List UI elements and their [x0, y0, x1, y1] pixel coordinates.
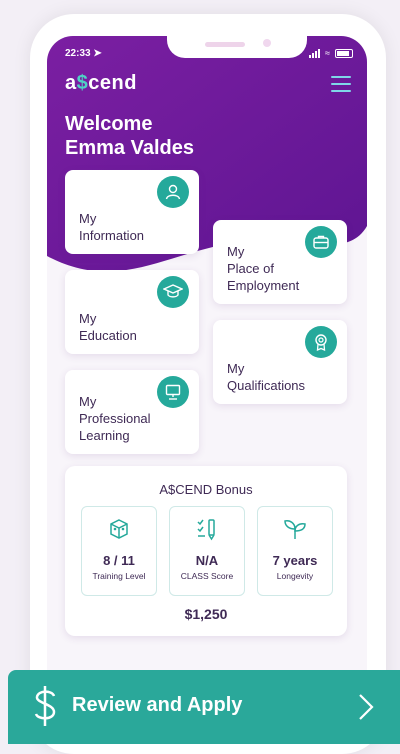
briefcase-icon [305, 226, 337, 258]
hamburger-menu-icon[interactable] [331, 76, 351, 92]
award-icon [305, 326, 337, 358]
camera [263, 39, 271, 47]
metric-label: Longevity [276, 571, 314, 581]
card-label: My Professional Learning [79, 394, 151, 443]
card-my-employment[interactable]: My Place of Employment [213, 220, 347, 304]
battery-icon [335, 48, 353, 58]
card-my-qualifications[interactable]: My Qualifications [213, 320, 347, 404]
sprout-icon [284, 520, 306, 539]
graduation-cap-icon [157, 276, 189, 308]
presentation-icon [157, 376, 189, 408]
app-logo: a$cend [65, 72, 137, 94]
metric-value: 8 / 11 [103, 553, 135, 568]
dollar-sign-icon [34, 686, 56, 726]
card-label: My Qualifications [227, 361, 306, 393]
card-label: My Education [79, 311, 137, 343]
bonus-panel: A$CEND Bonus 8 / 11 Training Level N/A C… [65, 466, 347, 636]
metric-label: CLASS Score [180, 571, 234, 581]
card-label: My Information [79, 211, 145, 243]
wifi-icon: ≈ [325, 48, 330, 58]
chevron-right-icon [359, 694, 374, 720]
status-icons: ≈ [309, 48, 353, 58]
status-time-text: 22:33 [65, 48, 91, 59]
checklist-pencil-icon [197, 519, 215, 541]
welcome-user-name: Emma Valdes [65, 137, 194, 159]
metric-class-score: N/A CLASS Score [169, 506, 245, 596]
welcome-heading: Welcome Emma Valdes [65, 112, 194, 160]
metric-longevity: 7 years Longevity [257, 506, 333, 596]
metric-training-level: 8 / 11 Training Level [81, 506, 157, 596]
review-and-apply-button[interactable]: Review and Apply [8, 670, 400, 744]
welcome-line1: Welcome [65, 113, 153, 135]
card-my-education[interactable]: My Education [65, 270, 199, 354]
metric-label: Training Level [92, 571, 146, 581]
bonus-amount: $1,250 [184, 606, 228, 622]
app-screen: 22:33 ➤ ≈ a$cend Welcome Emma Valdes My I… [47, 36, 367, 744]
card-label: My Place of Employment [227, 244, 300, 293]
blocks-icon [110, 519, 128, 539]
metric-value: N/A [195, 553, 219, 568]
location-arrow-icon: ➤ [93, 48, 102, 59]
user-icon [157, 176, 189, 208]
speaker [205, 42, 245, 47]
phone-notch [167, 36, 307, 58]
card-my-professional-learning[interactable]: My Professional Learning [65, 370, 199, 454]
metric-value: 7 years [272, 553, 318, 568]
signal-icon [309, 48, 321, 58]
cta-label: Review and Apply [72, 694, 243, 716]
card-my-information[interactable]: My Information [65, 170, 199, 254]
status-time: 22:33 ➤ [65, 48, 102, 59]
bonus-title: A$CEND Bonus [159, 482, 253, 497]
